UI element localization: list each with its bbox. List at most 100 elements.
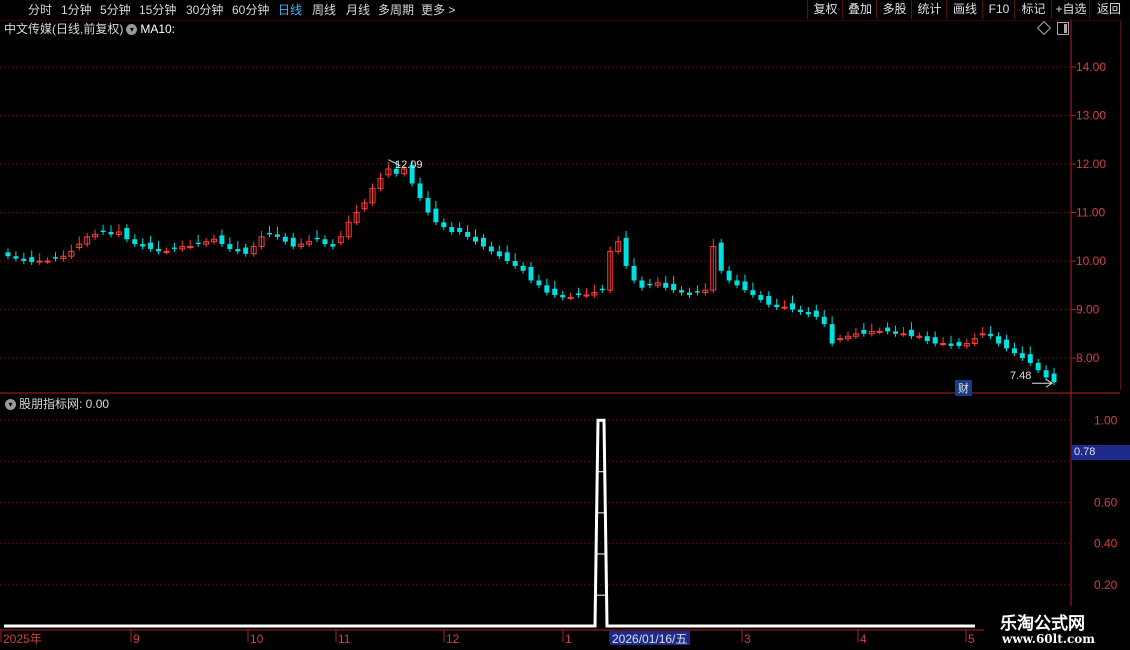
candlestick [1051, 367, 1057, 386]
date-label: 9 [133, 632, 140, 646]
candle-body [457, 228, 463, 232]
candle-body [369, 187, 376, 204]
candle-body [274, 234, 280, 237]
candle-body [195, 242, 201, 245]
low-price-label: 7.48 [1010, 370, 1032, 382]
period-tab[interactable]: 日线 [278, 2, 302, 18]
toolbar-button[interactable]: F10 [982, 0, 1015, 19]
candle-body [956, 342, 962, 346]
candle-body [258, 236, 265, 248]
candlestick [996, 332, 1002, 347]
candlestick [195, 234, 201, 248]
candle-body [837, 338, 844, 341]
candlestick [774, 298, 780, 311]
candle-body [473, 236, 479, 242]
candlestick [512, 253, 518, 269]
candle-body [337, 236, 344, 244]
period-toolbar: 分时 1分钟 5分钟 15分钟 30分钟 60分钟 日线 周线 月线 多周期 更多 > 复权 叠加 多股统… [0, 0, 1130, 21]
candle-body [29, 257, 35, 263]
candle-body [227, 244, 233, 249]
candlestick [599, 284, 605, 294]
candlestick [274, 226, 280, 240]
candle-body [1011, 348, 1017, 354]
period-tab[interactable]: 1分钟 [61, 2, 92, 18]
period-tab[interactable]: 月线 [346, 2, 370, 18]
candle-body [68, 250, 75, 257]
candlestick [758, 291, 764, 303]
toolbar-button[interactable]: +自选 [1051, 0, 1090, 19]
toolbar-button[interactable]: 统计 [911, 0, 947, 19]
toolbar-button[interactable]: 画线 [946, 0, 983, 19]
period-tab[interactable]: 30分钟 [186, 2, 223, 18]
candle-body [298, 243, 305, 248]
candle-body [512, 261, 518, 266]
toolbar-button[interactable]: 多股 [876, 0, 912, 19]
date-label: 2025年 [3, 632, 42, 646]
candlestick [504, 245, 510, 264]
candlestick [1003, 334, 1009, 352]
date-cursor-box [610, 631, 690, 645]
date-label: 4 [860, 632, 867, 646]
signal-series [4, 418, 975, 628]
window-toggle-icon[interactable] [1057, 22, 1069, 35]
candlestick [916, 332, 923, 340]
watermark-logo: 乐淘公式网 www.60lt.com [984, 606, 1130, 650]
right-info-strip[interactable] [1120, 20, 1130, 390]
candlestick [171, 242, 177, 252]
candlestick [979, 327, 986, 338]
candlestick [552, 280, 558, 298]
chevron-down-icon[interactable]: ▾ [126, 24, 138, 36]
candle-body [916, 335, 923, 338]
candlestick [639, 276, 645, 291]
candlestick [868, 323, 875, 337]
period-tab[interactable]: 5分钟 [100, 2, 131, 18]
candlestick [805, 307, 811, 318]
high-price-label: 12.09 [395, 159, 423, 171]
period-tab[interactable]: 分时 [28, 2, 52, 18]
candlestick [718, 238, 724, 274]
period-tab[interactable]: 多周期 [378, 2, 414, 18]
diamond-icon[interactable] [1036, 20, 1052, 36]
toolbar-button[interactable]: 返回 [1089, 0, 1128, 19]
toolbar-button[interactable]: 复权 [807, 0, 843, 19]
sub-cursor-value: 0.78 [1072, 445, 1130, 460]
candle-body [647, 283, 653, 286]
candlestick [92, 229, 99, 240]
candlestick [60, 250, 67, 262]
candlestick [924, 331, 930, 344]
candle-body [654, 282, 661, 286]
candle-body [750, 290, 756, 296]
toolbar-button[interactable]: 标记 [1014, 0, 1052, 19]
finance-badge[interactable]: 财 [955, 380, 972, 396]
sub-tick-label: 0.20 [1094, 578, 1118, 592]
price-tick-label: 8.00 [1076, 351, 1100, 365]
candlestick [21, 252, 27, 264]
candlestick [377, 172, 384, 192]
chevron-down-icon[interactable]: ▾ [5, 399, 16, 411]
price-tick-label: 9.00 [1076, 303, 1100, 317]
candlestick [5, 248, 11, 260]
period-tab[interactable]: 更多 > [421, 2, 455, 18]
candlestick [932, 331, 938, 347]
candle-body [576, 293, 582, 296]
candlestick [861, 323, 867, 337]
candle-body [353, 212, 360, 223]
candle-body [742, 281, 748, 291]
toolbar-button[interactable]: 叠加 [842, 0, 877, 19]
period-tab[interactable]: 15分钟 [139, 2, 176, 18]
candlestick [567, 292, 574, 301]
candle-body [710, 246, 717, 291]
candle-body [766, 295, 772, 305]
candle-body [385, 168, 392, 176]
candle-body [797, 309, 803, 312]
date-label: 3 [744, 632, 751, 646]
candlestick [797, 305, 803, 315]
period-tab[interactable]: 周线 [312, 2, 336, 18]
candle-body [679, 290, 685, 293]
chart-canvas: 14.00 13.00 12.00 11.00 10.00 9.00 8.00 1.00 0.… [0, 20, 1120, 646]
period-tab[interactable]: 60分钟 [232, 2, 269, 18]
date-label: 5 [968, 632, 975, 646]
candlestick [544, 278, 550, 296]
date-label: 10 [250, 632, 264, 646]
candlestick [290, 232, 296, 250]
